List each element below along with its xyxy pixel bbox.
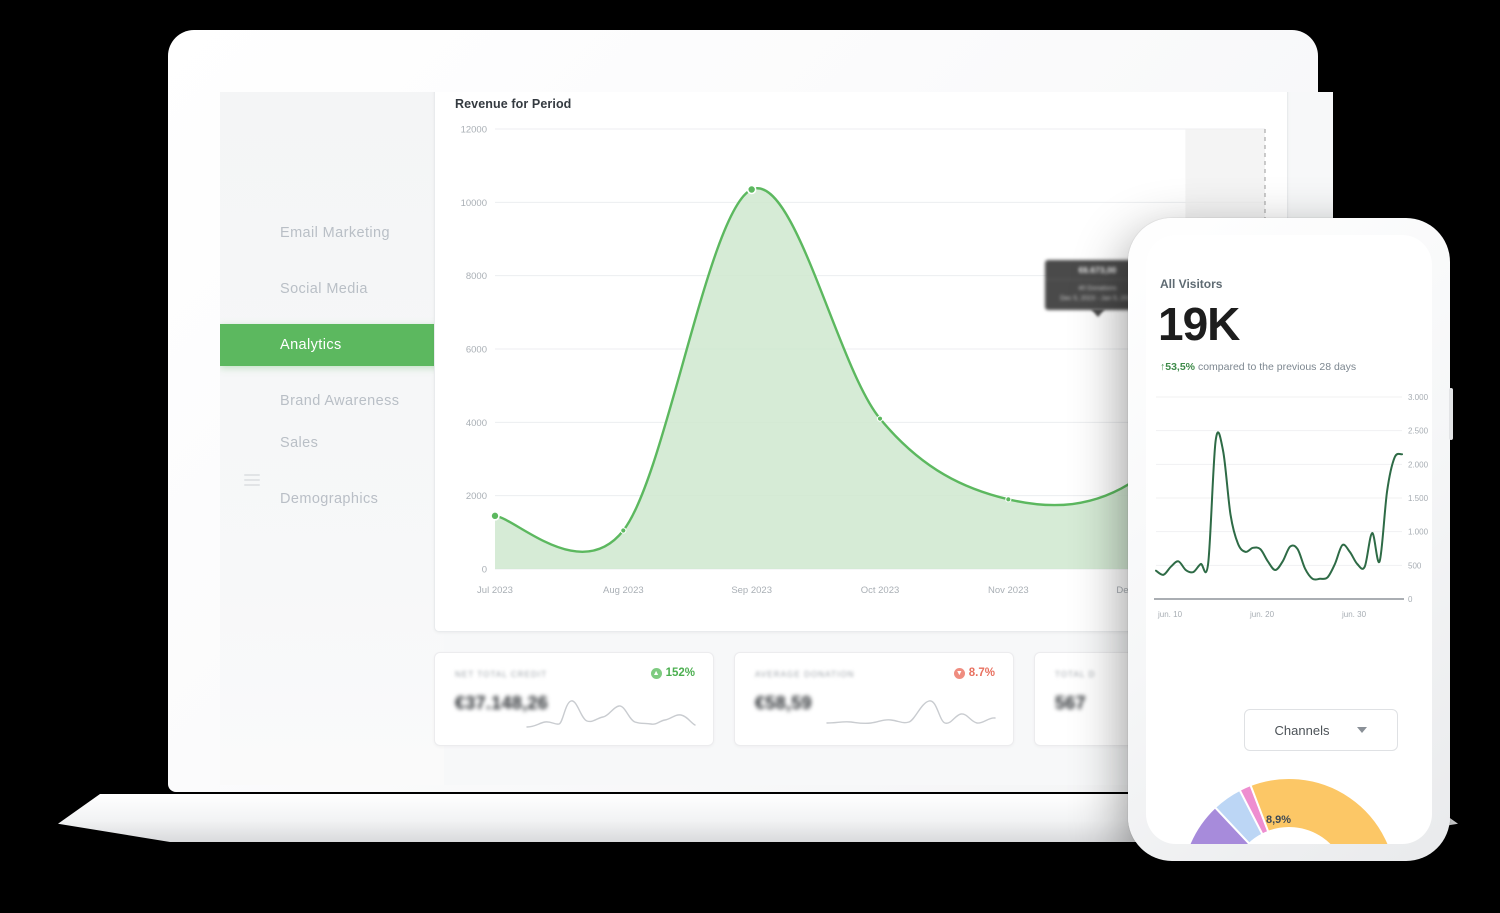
sidebar-item-label: Demographics <box>280 491 379 507</box>
svg-text:Jul 2023: Jul 2023 <box>477 585 513 596</box>
phone-device: All Visitors 19K ↑53,5% compared to the … <box>1128 218 1453 861</box>
sidebar-item-brand-awareness[interactable]: Brand Awareness <box>220 380 444 422</box>
svg-text:0: 0 <box>1408 595 1413 604</box>
visitors-chart-svg: 05001.0001.5002.0002.5003.000 jun. 10 jun… <box>1154 393 1429 619</box>
svg-text:1.000: 1.000 <box>1408 528 1429 537</box>
sidebar-item-label: Analytics <box>280 337 342 353</box>
svg-text:1.500: 1.500 <box>1408 494 1429 503</box>
svg-text:6000: 6000 <box>466 345 487 356</box>
stat-card-net-total-credit[interactable]: NET TOTAL CREDIT €37.148,26 ▲ 152% <box>434 652 714 746</box>
sidebar-item-sales[interactable]: Sales <box>220 422 444 464</box>
sidebar-item-social-media[interactable]: Social Media <box>220 268 444 310</box>
svg-text:0: 0 <box>482 565 487 576</box>
status-badge: ▲ 152% <box>650 667 695 679</box>
phone-chart-line <box>1155 431 1403 581</box>
channels-label: Channels <box>1274 722 1330 738</box>
svg-text:2000: 2000 <box>466 491 487 502</box>
svg-text:8000: 8000 <box>466 271 487 282</box>
delta-value: 53,5% <box>1165 361 1196 373</box>
menu-icon <box>244 474 260 486</box>
sidebar-item-email-marketing[interactable]: Email Marketing <box>220 212 444 254</box>
sidebar-item-label: Email Marketing <box>280 225 390 241</box>
sidebar-item-label: Sales <box>280 435 319 451</box>
svg-text:4000: 4000 <box>466 418 487 429</box>
stat-value: €58,59 <box>755 693 812 713</box>
stat-card-average-donation[interactable]: AVERAGE DONATION €58,59 ▼ 8.7% <box>734 652 1014 746</box>
svg-text:2.500: 2.500 <box>1408 427 1429 436</box>
sidebar-item-label: Brand Awareness <box>280 393 400 409</box>
stat-label: AVERAGE DONATION <box>755 670 855 679</box>
channels-select[interactable]: Channels <box>1244 709 1398 751</box>
svg-text:Nov 2023: Nov 2023 <box>988 585 1029 596</box>
svg-text:500: 500 <box>1408 561 1422 570</box>
delta-suffix: compared to the previous 28 days <box>1195 361 1357 373</box>
phone-chart-y-labels: 0 500 1.000 1.500 2.000 2.500 3.000 <box>1408 393 1429 604</box>
chart-y-axis-labels: 0 2000 4000 6000 8000 10000 12000 <box>461 125 487 576</box>
arrow-up-icon: ▲ <box>650 667 662 679</box>
visitors-chart[interactable]: 0 500 1.000 1.500 2.000 2.500 3.000 jun. 10 jun… <box>1146 383 1432 643</box>
svg-text:Oct 2023: Oct 2023 <box>861 585 900 596</box>
svg-text:10000: 10000 <box>461 198 487 209</box>
visitors-delta: ↑53,5% compared to the previous 28 days <box>1160 361 1356 373</box>
phone-chart-x-labels: jun. 10 jun. 20 jun. 30 <box>1157 610 1367 619</box>
sparkline <box>826 700 996 725</box>
gauge-segments <box>1188 777 1390 844</box>
svg-text:jun. 20: jun. 20 <box>1249 610 1275 619</box>
phone-side-button[interactable] <box>1449 388 1453 440</box>
tooltip-arrow-icon <box>1091 309 1105 317</box>
gauge-svg <box>1188 777 1390 844</box>
status-badge: ▼ 8.7% <box>953 667 995 679</box>
stat-delta: 152% <box>665 667 695 679</box>
phone-chart-gridlines <box>1156 396 1402 600</box>
sidebar-item-analytics[interactable]: Analytics <box>220 324 444 366</box>
svg-text:Aug 2023: Aug 2023 <box>603 585 644 596</box>
arrow-down-icon: ▼ <box>953 667 965 679</box>
svg-text:Sep 2023: Sep 2023 <box>731 585 772 596</box>
svg-text:jun. 10: jun. 10 <box>1157 610 1183 619</box>
gauge-visible-label: 8,9% <box>1266 814 1292 826</box>
phone-screen: All Visitors 19K ↑53,5% compared to the … <box>1146 235 1432 844</box>
sparkline <box>526 700 696 728</box>
stat-label: TOTAL D <box>1055 670 1096 679</box>
stat-delta: 8.7% <box>968 667 995 679</box>
screenshot-stage: Email Marketing Social Media Analytics B… <box>0 0 1500 913</box>
sidebar: Email Marketing Social Media Analytics B… <box>220 92 444 785</box>
chart-title: Revenue for Period <box>455 97 572 111</box>
visitors-label: All Visitors <box>1160 277 1223 291</box>
channels-gauge[interactable]: 8,9% <box>1174 770 1404 844</box>
stat-value: 567 <box>1055 693 1086 713</box>
svg-text:2.000: 2.000 <box>1408 460 1429 469</box>
visitors-value: 19K <box>1158 298 1240 350</box>
sidebar-item-label: Social Media <box>280 281 368 297</box>
svg-text:12000: 12000 <box>461 125 487 136</box>
chevron-down-icon <box>1357 727 1368 733</box>
svg-text:3.000: 3.000 <box>1408 393 1429 402</box>
svg-text:jun. 30: jun. 30 <box>1341 610 1367 619</box>
stat-label: NET TOTAL CREDIT <box>455 670 548 679</box>
